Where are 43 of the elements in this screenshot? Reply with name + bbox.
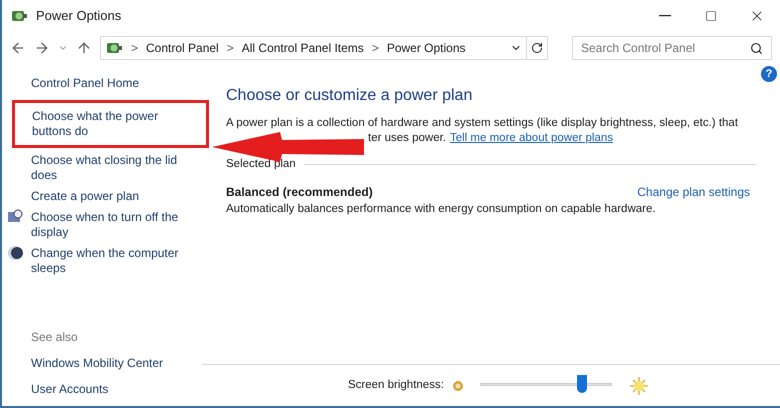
refresh-icon — [531, 42, 543, 54]
search-icon — [750, 42, 763, 54]
maximize-icon — [705, 10, 717, 22]
dim-sun-icon — [452, 380, 464, 392]
plan-description: Automatically balances performance with energy consumption on capable hardware. — [226, 202, 657, 218]
search-input[interactable]: Search Control Panel — [581, 39, 750, 57]
see-also-link[interactable]: User Accounts — [31, 380, 202, 398]
breadcrumb-separator: > — [372, 40, 379, 57]
description-text: A power plan is a collection of hardware and system settings (like display brightness, sleep, etc.) that — [226, 116, 740, 131]
learn-more-link[interactable]: Tell me more about power plans — [450, 131, 613, 146]
see-also-heading: See also — [31, 329, 79, 346]
clock-display-icon — [7, 209, 23, 225]
forward-button[interactable] — [34, 40, 50, 56]
breadcrumb[interactable]: Control Panel — [146, 39, 219, 57]
sidebar-link[interactable]: Choose what closing the lid does — [31, 153, 191, 183]
sidebar-link[interactable]: Choose what the power buttons do — [32, 109, 192, 139]
breadcrumb[interactable]: All Control Panel Items — [242, 39, 364, 57]
description-text: ter uses power. — [368, 131, 446, 146]
slider-thumb[interactable] — [576, 374, 587, 392]
change-plan-settings-link[interactable]: Change plan settings — [637, 183, 750, 202]
back-button[interactable] — [10, 40, 26, 56]
sidebar-link[interactable]: Control Panel Home — [31, 74, 202, 92]
window-title: Power Options — [36, 7, 122, 26]
section-label: Selected plan — [226, 157, 296, 172]
search-field[interactable]: Search Control Panel — [572, 36, 772, 60]
sidebar-link[interactable]: Create a power plan — [31, 189, 191, 204]
bright-sun-icon — [630, 376, 648, 394]
power-options-icon — [10, 8, 28, 24]
plan-name: Balanced (recommended) — [226, 184, 373, 202]
page-heading: Choose or customize a power plan — [226, 86, 474, 106]
see-also-link[interactable]: Windows Mobility Center — [31, 354, 202, 372]
sidebar-link[interactable]: Change when the computer sleeps — [31, 246, 191, 276]
up-button[interactable] — [76, 40, 92, 56]
brightness-label: Screen brightness: — [348, 378, 444, 393]
sidebar-link[interactable]: Choose when to turn off the display — [31, 210, 191, 240]
help-button[interactable]: ? — [761, 66, 777, 82]
breadcrumb-separator: > — [131, 40, 138, 57]
power-options-icon — [105, 40, 123, 56]
breadcrumb-separator: > — [226, 40, 234, 57]
minimize-icon — [659, 15, 671, 17]
breadcrumb[interactable]: Power Options — [386, 39, 466, 57]
address-bar[interactable]: > Control Panel > All Control Panel Items > Power Options — [100, 36, 548, 60]
moon-icon — [7, 245, 23, 261]
